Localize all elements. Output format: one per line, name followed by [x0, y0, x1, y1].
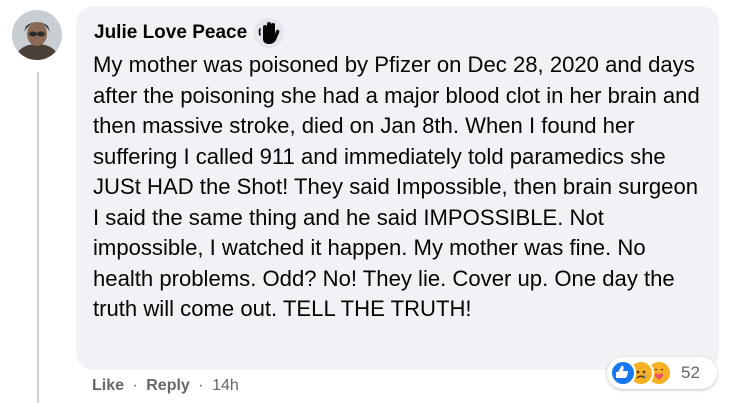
comment-actions: Like · Reply · 14h [92, 376, 239, 396]
comment-timestamp[interactable]: 14h [212, 377, 239, 394]
separator: · [198, 377, 204, 394]
thread-line [37, 72, 39, 403]
like-button[interactable]: Like [92, 377, 124, 394]
like-icon [610, 360, 636, 386]
hand-wave-icon[interactable] [254, 18, 284, 48]
comment-text: My mother was poisoned by Pfizer on Dec … [93, 52, 700, 321]
reaction-count: 52 [681, 363, 700, 382]
separator: · [132, 377, 138, 394]
reply-button[interactable]: Reply [146, 377, 190, 394]
reaction-summary[interactable]: 52 [607, 357, 717, 389]
comment-author[interactable]: Julie Love Peace [94, 22, 247, 44]
avatar[interactable] [12, 10, 62, 60]
